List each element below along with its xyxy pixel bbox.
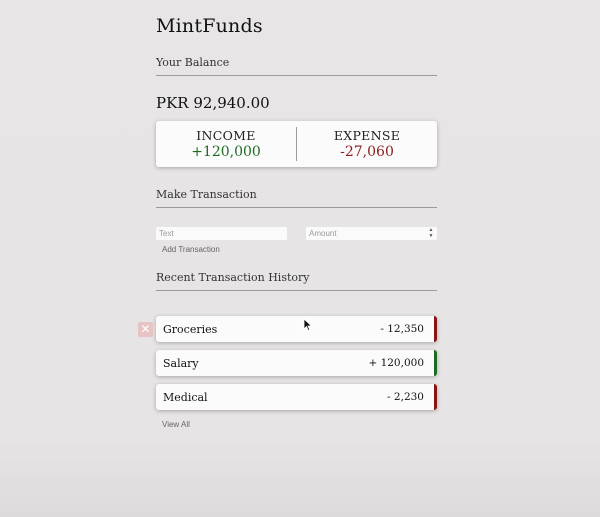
transaction-name: Groceries bbox=[163, 322, 218, 336]
make-transaction-heading: Make Transaction bbox=[156, 188, 437, 208]
transaction-item-groceries[interactable]: Groceries - 12,350 bbox=[156, 316, 437, 342]
app-title: MintFunds bbox=[156, 15, 263, 37]
stepper-arrows-icon[interactable]: ▲ ▼ bbox=[428, 227, 434, 239]
close-icon[interactable]: ✕ bbox=[138, 322, 153, 337]
expense-summary: EXPENSE -27,060 bbox=[297, 128, 437, 160]
view-all-link[interactable]: View All bbox=[162, 420, 190, 429]
text-input-placeholder: Text bbox=[159, 229, 174, 238]
income-expense-card: INCOME +120,000 EXPENSE -27,060 bbox=[156, 121, 437, 167]
history-heading: Recent Transaction History bbox=[156, 271, 437, 291]
transaction-name: Salary bbox=[163, 356, 199, 370]
transaction-name: Medical bbox=[163, 390, 208, 404]
transaction-amount: + 120,000 bbox=[368, 357, 424, 369]
expense-value: -27,060 bbox=[340, 144, 394, 160]
mouse-cursor-icon bbox=[303, 318, 313, 332]
transaction-amount: - 2,230 bbox=[387, 391, 424, 403]
income-label: INCOME bbox=[196, 128, 256, 143]
amount-input-placeholder: Amount bbox=[309, 229, 337, 238]
balance-amount: PKR 92,940.00 bbox=[156, 94, 270, 112]
balance-heading: Your Balance bbox=[156, 56, 437, 76]
amount-input[interactable]: Amount ▲ ▼ bbox=[306, 227, 437, 240]
add-transaction-button[interactable]: Add Transaction bbox=[162, 245, 220, 254]
income-value: +120,000 bbox=[191, 144, 261, 160]
income-summary: INCOME +120,000 bbox=[156, 128, 296, 160]
expense-label: EXPENSE bbox=[333, 128, 401, 143]
transaction-item-salary[interactable]: Salary + 120,000 bbox=[156, 350, 437, 376]
transaction-item-medical[interactable]: Medical - 2,230 bbox=[156, 384, 437, 410]
transaction-amount: - 12,350 bbox=[380, 323, 424, 335]
text-input[interactable]: Text bbox=[156, 227, 287, 240]
